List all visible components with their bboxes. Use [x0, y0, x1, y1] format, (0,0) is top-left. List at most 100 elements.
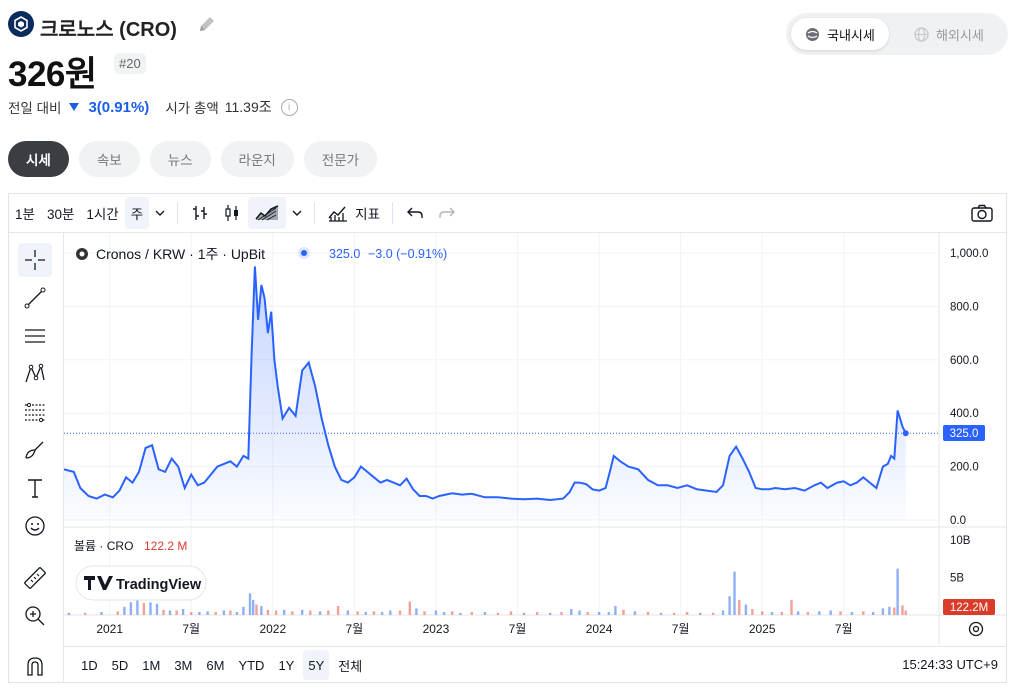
range-ytd[interactable]: YTD: [233, 650, 269, 680]
timezone-settings-button[interactable]: [968, 621, 984, 637]
range-3m[interactable]: 3M: [169, 650, 197, 680]
market-toggle: 국내시세 해외시세: [786, 13, 1008, 55]
volume-bar: [364, 612, 367, 615]
time-tick-label: 2024: [586, 622, 613, 636]
crosshair-tool[interactable]: [18, 243, 52, 277]
zoom-in-icon: [25, 606, 45, 626]
trend-line-icon: [24, 287, 46, 309]
chart-clock[interactable]: 15:24:33 UTC+9: [902, 657, 998, 672]
volume-bar: [535, 612, 539, 615]
domestic-market-button[interactable]: 국내시세: [791, 18, 889, 50]
volume-bar: [904, 610, 907, 615]
volume-bar: [721, 610, 725, 615]
indicators-icon: [328, 206, 348, 222]
range-6m[interactable]: 6M: [201, 650, 229, 680]
interval-1min[interactable]: 1분: [9, 197, 41, 229]
volume-bar: [266, 609, 270, 615]
volume-bar: [372, 611, 376, 615]
fib-tool[interactable]: [18, 395, 52, 429]
price-chart[interactable]: 1,000.0 800.0 600.0 400.0 200.0 0.0 10B 5B 202…: [64, 233, 1006, 645]
tab-news[interactable]: 뉴스: [149, 141, 211, 177]
range-1m[interactable]: 1M: [137, 650, 165, 680]
edit-pencil-icon[interactable]: [196, 13, 218, 35]
camera-icon: [971, 204, 993, 222]
emoji-tool[interactable]: [18, 509, 52, 543]
volume-bar: [470, 612, 473, 615]
tab-expert[interactable]: 전문가: [303, 141, 378, 177]
trend-line-tool[interactable]: [18, 281, 52, 315]
market-cap-value: 11.39조: [224, 99, 272, 115]
undo-button[interactable]: [399, 197, 431, 229]
candle-chart-button[interactable]: [216, 197, 248, 229]
domestic-globe-icon: [806, 27, 819, 41]
range-5y[interactable]: 5Y: [303, 650, 330, 680]
volume-bar: [712, 612, 715, 615]
volume-bar: [751, 609, 754, 615]
tradingview-watermark[interactable]: TradingView: [75, 565, 207, 601]
volume-bar: [222, 610, 226, 615]
candlestick-icon: [225, 205, 239, 221]
volume-bar: [100, 612, 103, 615]
volume-bar: [318, 611, 322, 615]
range-1y[interactable]: 1Y: [273, 650, 299, 680]
volume-bar: [839, 611, 842, 615]
volume-bar: [190, 612, 193, 615]
chart-type-dropdown[interactable]: [286, 197, 308, 229]
magnet-tool[interactable]: [18, 649, 52, 683]
text-tool[interactable]: [18, 471, 52, 505]
bar-chart-button[interactable]: [184, 197, 216, 229]
measure-tool[interactable]: [18, 561, 52, 595]
indicators-button[interactable]: 지표: [321, 197, 386, 229]
coin-name: 크로노스 (CRO): [40, 19, 177, 41]
chart-toolbar: 1분 30분 1시간 주 지표: [9, 194, 1006, 233]
tab-price[interactable]: 시세: [8, 141, 69, 177]
interval-1hour[interactable]: 1시간: [80, 197, 124, 229]
volume-bar: [744, 604, 748, 615]
info-icon[interactable]: i: [280, 98, 298, 116]
volume-bar: [796, 611, 800, 615]
volume-bar: [67, 612, 71, 615]
overseas-globe-icon: [914, 26, 929, 42]
volume-bar: [260, 606, 263, 615]
price-tick-label: 200.0: [950, 462, 979, 474]
tab-breaking[interactable]: 속보: [78, 141, 140, 177]
volume-legend-label: 볼륨 · CRO: [74, 539, 133, 553]
indicators-label: 지표: [355, 207, 380, 222]
volume-bar: [818, 611, 821, 615]
volume-bar: [123, 606, 126, 615]
market-cap-label: 시가 총액: [165, 101, 219, 116]
interval-dropdown[interactable]: [149, 197, 171, 229]
cronos-logo: [8, 11, 34, 37]
volume-bar: [761, 611, 764, 615]
zoom-tool[interactable]: [18, 599, 52, 633]
interval-30min[interactable]: 30분: [41, 197, 80, 229]
pattern-tool[interactable]: [18, 357, 52, 391]
price-tick-label: 800.0: [950, 301, 979, 313]
brush-tool[interactable]: [18, 433, 52, 467]
redo-button[interactable]: [431, 197, 463, 229]
range-1d[interactable]: 1D: [76, 650, 103, 680]
volume-bar: [790, 600, 793, 615]
channel-lines-icon: [25, 329, 45, 343]
volume-bar: [699, 612, 702, 615]
area-chart-button[interactable]: [248, 197, 287, 229]
volume-bar: [248, 593, 252, 615]
range-5d[interactable]: 5D: [107, 650, 134, 680]
time-tick-label: 2025: [749, 622, 776, 636]
volume-bar: [346, 610, 349, 615]
legend-symbol: Cronos / KRW · 1주 · UpBit: [96, 246, 265, 262]
range-all[interactable]: 전체: [333, 650, 367, 680]
down-triangle-icon: [69, 103, 80, 111]
tab-lounge[interactable]: 라운지: [220, 141, 294, 177]
screenshot-button[interactable]: [964, 197, 1000, 229]
volume-bar: [198, 612, 201, 615]
interval-week[interactable]: 주: [124, 197, 150, 229]
change-label: 전일 대비: [8, 101, 62, 116]
volume-tick-label: 5B: [950, 573, 964, 585]
price-tick-label: 400.0: [950, 408, 979, 420]
volume-bar: [780, 612, 783, 615]
overseas-market-button[interactable]: 해외시세: [900, 18, 998, 50]
parallel-channel-tool[interactable]: [18, 319, 52, 353]
time-tick-label: 7월: [346, 622, 364, 636]
volume-bar: [733, 571, 736, 615]
